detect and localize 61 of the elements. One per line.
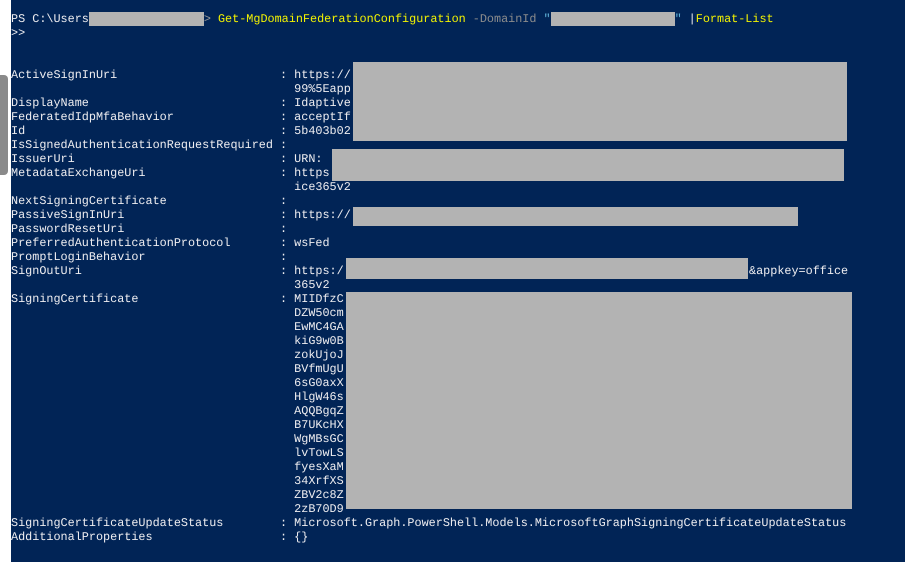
property-value: : Microsoft.Graph.PowerShell.Models.MicrosoftGraphSigningCertificateUpdateStatus <box>280 516 846 530</box>
property-value: 34XrfXS <box>294 474 344 488</box>
property-value: : <box>280 194 288 208</box>
property-name: MetadataExchangeUri <box>11 166 146 180</box>
property-value: : <box>280 138 288 152</box>
property-value: WgMBsGC <box>294 432 344 446</box>
continuation-prompt: >> <box>11 26 26 40</box>
prompt-path: PS C:\Users <box>11 12 89 26</box>
property-name: PassiveSignInUri <box>11 208 124 222</box>
property-value: : 5b403b02 <box>280 124 351 138</box>
property-value: B7UKcHX <box>294 418 344 432</box>
cmdlet-name: Get-MgDomainFederationConfiguration <box>218 12 466 26</box>
property-name: PromptLoginBehavior <box>11 250 146 264</box>
property-value: : https:/ <box>280 264 344 278</box>
property-value: AQQBgqZ <box>294 404 344 418</box>
quote-mark: " <box>674 12 682 26</box>
property-value: : <box>280 222 288 236</box>
property-name: ActiveSignInUri <box>11 68 118 82</box>
property-value: EwMC4GA <box>294 320 344 334</box>
property-name: SigningCertificateUpdateStatus <box>11 516 224 530</box>
property-value: BVfmUgU <box>294 362 344 376</box>
property-value: lvTowLS <box>294 446 344 460</box>
property-value: : https <box>280 166 330 180</box>
property-name: Id <box>11 124 26 138</box>
quote-mark: " <box>543 12 551 26</box>
property-value: : <box>280 250 288 264</box>
property-value: : https:// <box>280 68 351 82</box>
property-value: 6sG0axX <box>294 376 344 390</box>
property-value: ZBV2c8Z <box>294 488 344 502</box>
property-value: : MIIDfzC <box>280 292 344 306</box>
property-value: : acceptIf <box>280 110 351 124</box>
prompt-symbol: > <box>204 12 211 26</box>
property-value: 365v2 <box>294 278 330 292</box>
pipe-symbol: | <box>688 12 696 26</box>
property-value: : {} <box>280 530 308 544</box>
property-value: 2zB70D9 <box>294 502 344 516</box>
property-value: 99%5Eapp <box>294 82 351 96</box>
property-value: : https:// <box>280 208 351 222</box>
property-value: : Idaptive <box>280 96 351 110</box>
property-value: HlgW46s <box>294 390 344 404</box>
property-name: SigningCertificate <box>11 292 138 306</box>
property-value: DZW50cm <box>294 306 344 320</box>
property-value: : wsFed <box>280 236 330 250</box>
property-value: fyesXaM <box>294 460 344 474</box>
property-name: PasswordResetUri <box>11 222 124 236</box>
property-name: DisplayName <box>11 96 89 110</box>
property-value: zokUjoJ <box>294 348 344 362</box>
cmdlet-name: Format-List <box>696 12 774 26</box>
property-value: : URN: <box>280 152 322 166</box>
property-name: IsSignedAuthenticationRequestRequired <box>11 138 273 152</box>
property-value: kiG9w0B <box>294 334 344 348</box>
property-name: IssuerUri <box>11 152 75 166</box>
parameter-name: -DomainId <box>472 12 536 26</box>
property-name: AdditionalProperties <box>11 530 153 544</box>
property-name: PreferredAuthenticationProtocol <box>11 236 230 250</box>
property-value: ice365v2 <box>294 180 351 194</box>
property-name: FederatedIdpMfaBehavior <box>11 110 174 124</box>
property-value: &appkey=office <box>749 264 848 278</box>
property-name: NextSigningCertificate <box>11 194 167 208</box>
property-name: SignOutUri <box>11 264 82 278</box>
scrollbar-thumb[interactable] <box>0 75 8 175</box>
